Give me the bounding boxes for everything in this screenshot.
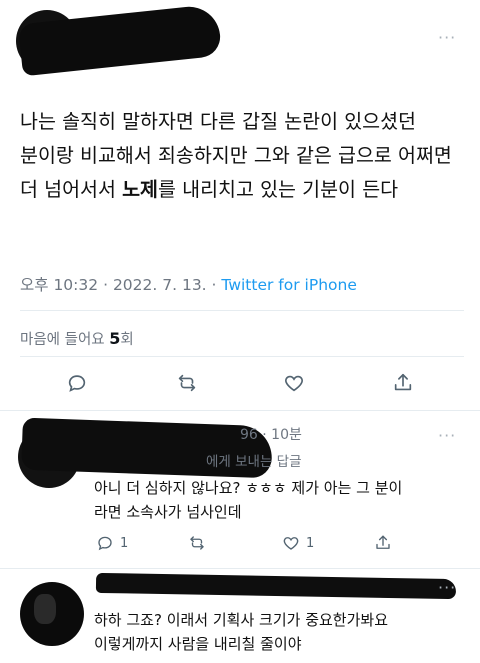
divider	[20, 356, 464, 357]
tweet-text: 나는 솔직히 말하자면 다른 갑질 논란이 있으셨던 분이랑 비교해서 죄송하지…	[20, 105, 468, 207]
divider	[0, 410, 480, 411]
reply-text: 아니 더 심하지 않나요? ㅎㅎㅎ 제가 아는 그 분이 라면 소속사가 넘사인…	[94, 476, 464, 524]
reply-item[interactable]: ··· 하하 그죠? 이래서 기획사 크기가 중요한가봐요 이렇게까지 사람을 …	[0, 570, 480, 663]
tweet-header: ···	[0, 0, 480, 90]
share-button[interactable]	[374, 534, 392, 552]
share-icon	[376, 535, 390, 549]
tweet-actions	[0, 370, 480, 400]
tweet-date[interactable]: 2022. 7. 13.	[113, 276, 207, 294]
replying-to: 에게 보내는 답글	[206, 454, 302, 470]
reply-time[interactable]: 96 · 10분	[240, 424, 302, 444]
reply-text: 하하 그죠? 이래서 기획사 크기가 중요한가봐요 이렇게까지 사람을 내리칠 …	[94, 608, 464, 656]
likes-unit: 회	[120, 332, 134, 348]
more-horizontal-icon[interactable]: ···	[438, 426, 456, 445]
more-horizontal-icon[interactable]: ···	[438, 28, 456, 47]
divider	[20, 310, 464, 311]
heart-icon[interactable]	[281, 370, 307, 396]
retweet-icon[interactable]	[174, 370, 200, 396]
tweet-text-bold: 노제	[122, 178, 158, 201]
reply-line: 하하 그죠? 이래서 기획사 크기가 중요한가봐요	[94, 611, 389, 629]
reply-line: 라면 소속사가 넘사인데	[94, 503, 242, 521]
reply-item[interactable]: 96 · 10분 ··· 에게 보내는 답글 아니 더 심하지 않나요? ㅎㅎㅎ…	[0, 412, 480, 570]
heart-icon	[283, 537, 299, 550]
like-count: 1	[306, 535, 315, 551]
reply-icon[interactable]	[64, 370, 90, 396]
separator: ·	[103, 276, 108, 294]
reply-line: 이렇게까지 사람을 내리칠 줄이야	[94, 635, 302, 653]
reply-count: 1	[120, 535, 129, 551]
share-icon[interactable]	[390, 370, 416, 396]
avatar[interactable]	[20, 582, 84, 646]
separator: ·	[211, 276, 217, 294]
tweet-text-part: 를 내리치고 있는 기분이 든다	[158, 178, 399, 201]
like-button[interactable]: 1	[282, 534, 314, 552]
retweet-icon	[190, 536, 204, 550]
tweet-meta: 오후 10:32 · 2022. 7. 13. · Twitter for iP…	[20, 273, 357, 295]
more-horizontal-icon[interactable]: ···	[438, 578, 456, 597]
redacted-name	[95, 572, 457, 600]
retweet-button[interactable]	[188, 534, 206, 552]
tweet-source-link[interactable]: Twitter for iPhone	[221, 276, 356, 294]
likes-count: 5	[109, 329, 121, 348]
reply-button[interactable]: 1	[96, 534, 128, 552]
divider	[0, 568, 480, 569]
tweet-time[interactable]: 오후 10:32	[20, 276, 98, 294]
reply-line: 아니 더 심하지 않나요? ㅎㅎㅎ 제가 아는 그 분이	[94, 479, 403, 497]
reply-icon	[98, 536, 112, 551]
likes-label: 마음에 들어요	[20, 332, 105, 348]
likes-summary[interactable]: 마음에 들어요 5회	[20, 328, 134, 349]
